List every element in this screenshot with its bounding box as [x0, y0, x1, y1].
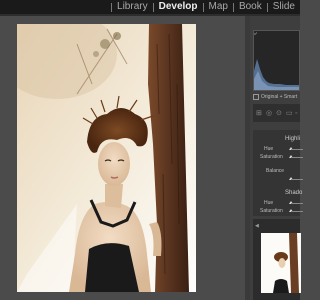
spot-removal-icon[interactable]: ◎ [266, 110, 272, 117]
shadows-saturation-slider[interactable] [291, 211, 303, 212]
highlights-saturation-label: Saturation [260, 154, 283, 160]
adjustment-brush-icon[interactable]: ◦ [295, 110, 297, 117]
module-library[interactable]: Library [112, 0, 153, 14]
highlights-saturation-slider[interactable] [291, 157, 303, 158]
shadows-saturation-label: Saturation [260, 208, 283, 214]
right-panel: Original + Smart ⊞ ◎ ⊙ ▭ ◦ Highli Hue Sa… [250, 16, 303, 300]
shadows-hue-label: Hue [264, 200, 274, 206]
photo-image [17, 24, 196, 292]
photo-thumbnail[interactable] [261, 233, 301, 293]
module-slideshow[interactable]: Slide [268, 0, 300, 14]
tool-strip: ⊞ ◎ ⊙ ▭ ◦ [253, 104, 300, 122]
histogram [253, 30, 300, 91]
shadows-section-label: Shado [285, 190, 303, 196]
main-photo[interactable] [17, 24, 196, 292]
collapse-triangle-icon[interactable]: ◀ [255, 223, 259, 229]
shadows-hue-slider[interactable] [291, 203, 303, 204]
histogram-info-label: Original + Smart [261, 94, 298, 100]
module-develop[interactable]: Develop [154, 0, 203, 14]
histogram-graph [254, 32, 299, 90]
module-book[interactable]: Book [234, 0, 267, 14]
thumbnail-image [261, 233, 301, 293]
highlights-hue-slider[interactable] [291, 149, 303, 150]
thumbnail-panel: ◀ [253, 219, 301, 300]
histogram-info[interactable]: Original + Smart [253, 93, 300, 101]
highlights-section-label: Highli [285, 136, 301, 142]
photo-workspace[interactable] [0, 16, 248, 300]
crop-icon[interactable]: ⊞ [256, 110, 262, 117]
graduated-filter-icon[interactable]: ▭ [286, 110, 293, 117]
module-map[interactable]: Map [204, 0, 233, 14]
balance-label: Balance [266, 168, 285, 174]
balance-slider[interactable] [291, 179, 303, 180]
highlights-hue-label: Hue [264, 146, 274, 152]
module-picker: Library Develop Map Book Slide [111, 0, 300, 14]
red-eye-icon[interactable]: ⊙ [276, 110, 282, 117]
checkbox-icon[interactable] [253, 94, 259, 100]
top-module-bar: Library Develop Map Book Slide [0, 0, 300, 14]
split-toning-panel: Highli Hue Saturation Balance Shado Hue … [253, 130, 303, 216]
